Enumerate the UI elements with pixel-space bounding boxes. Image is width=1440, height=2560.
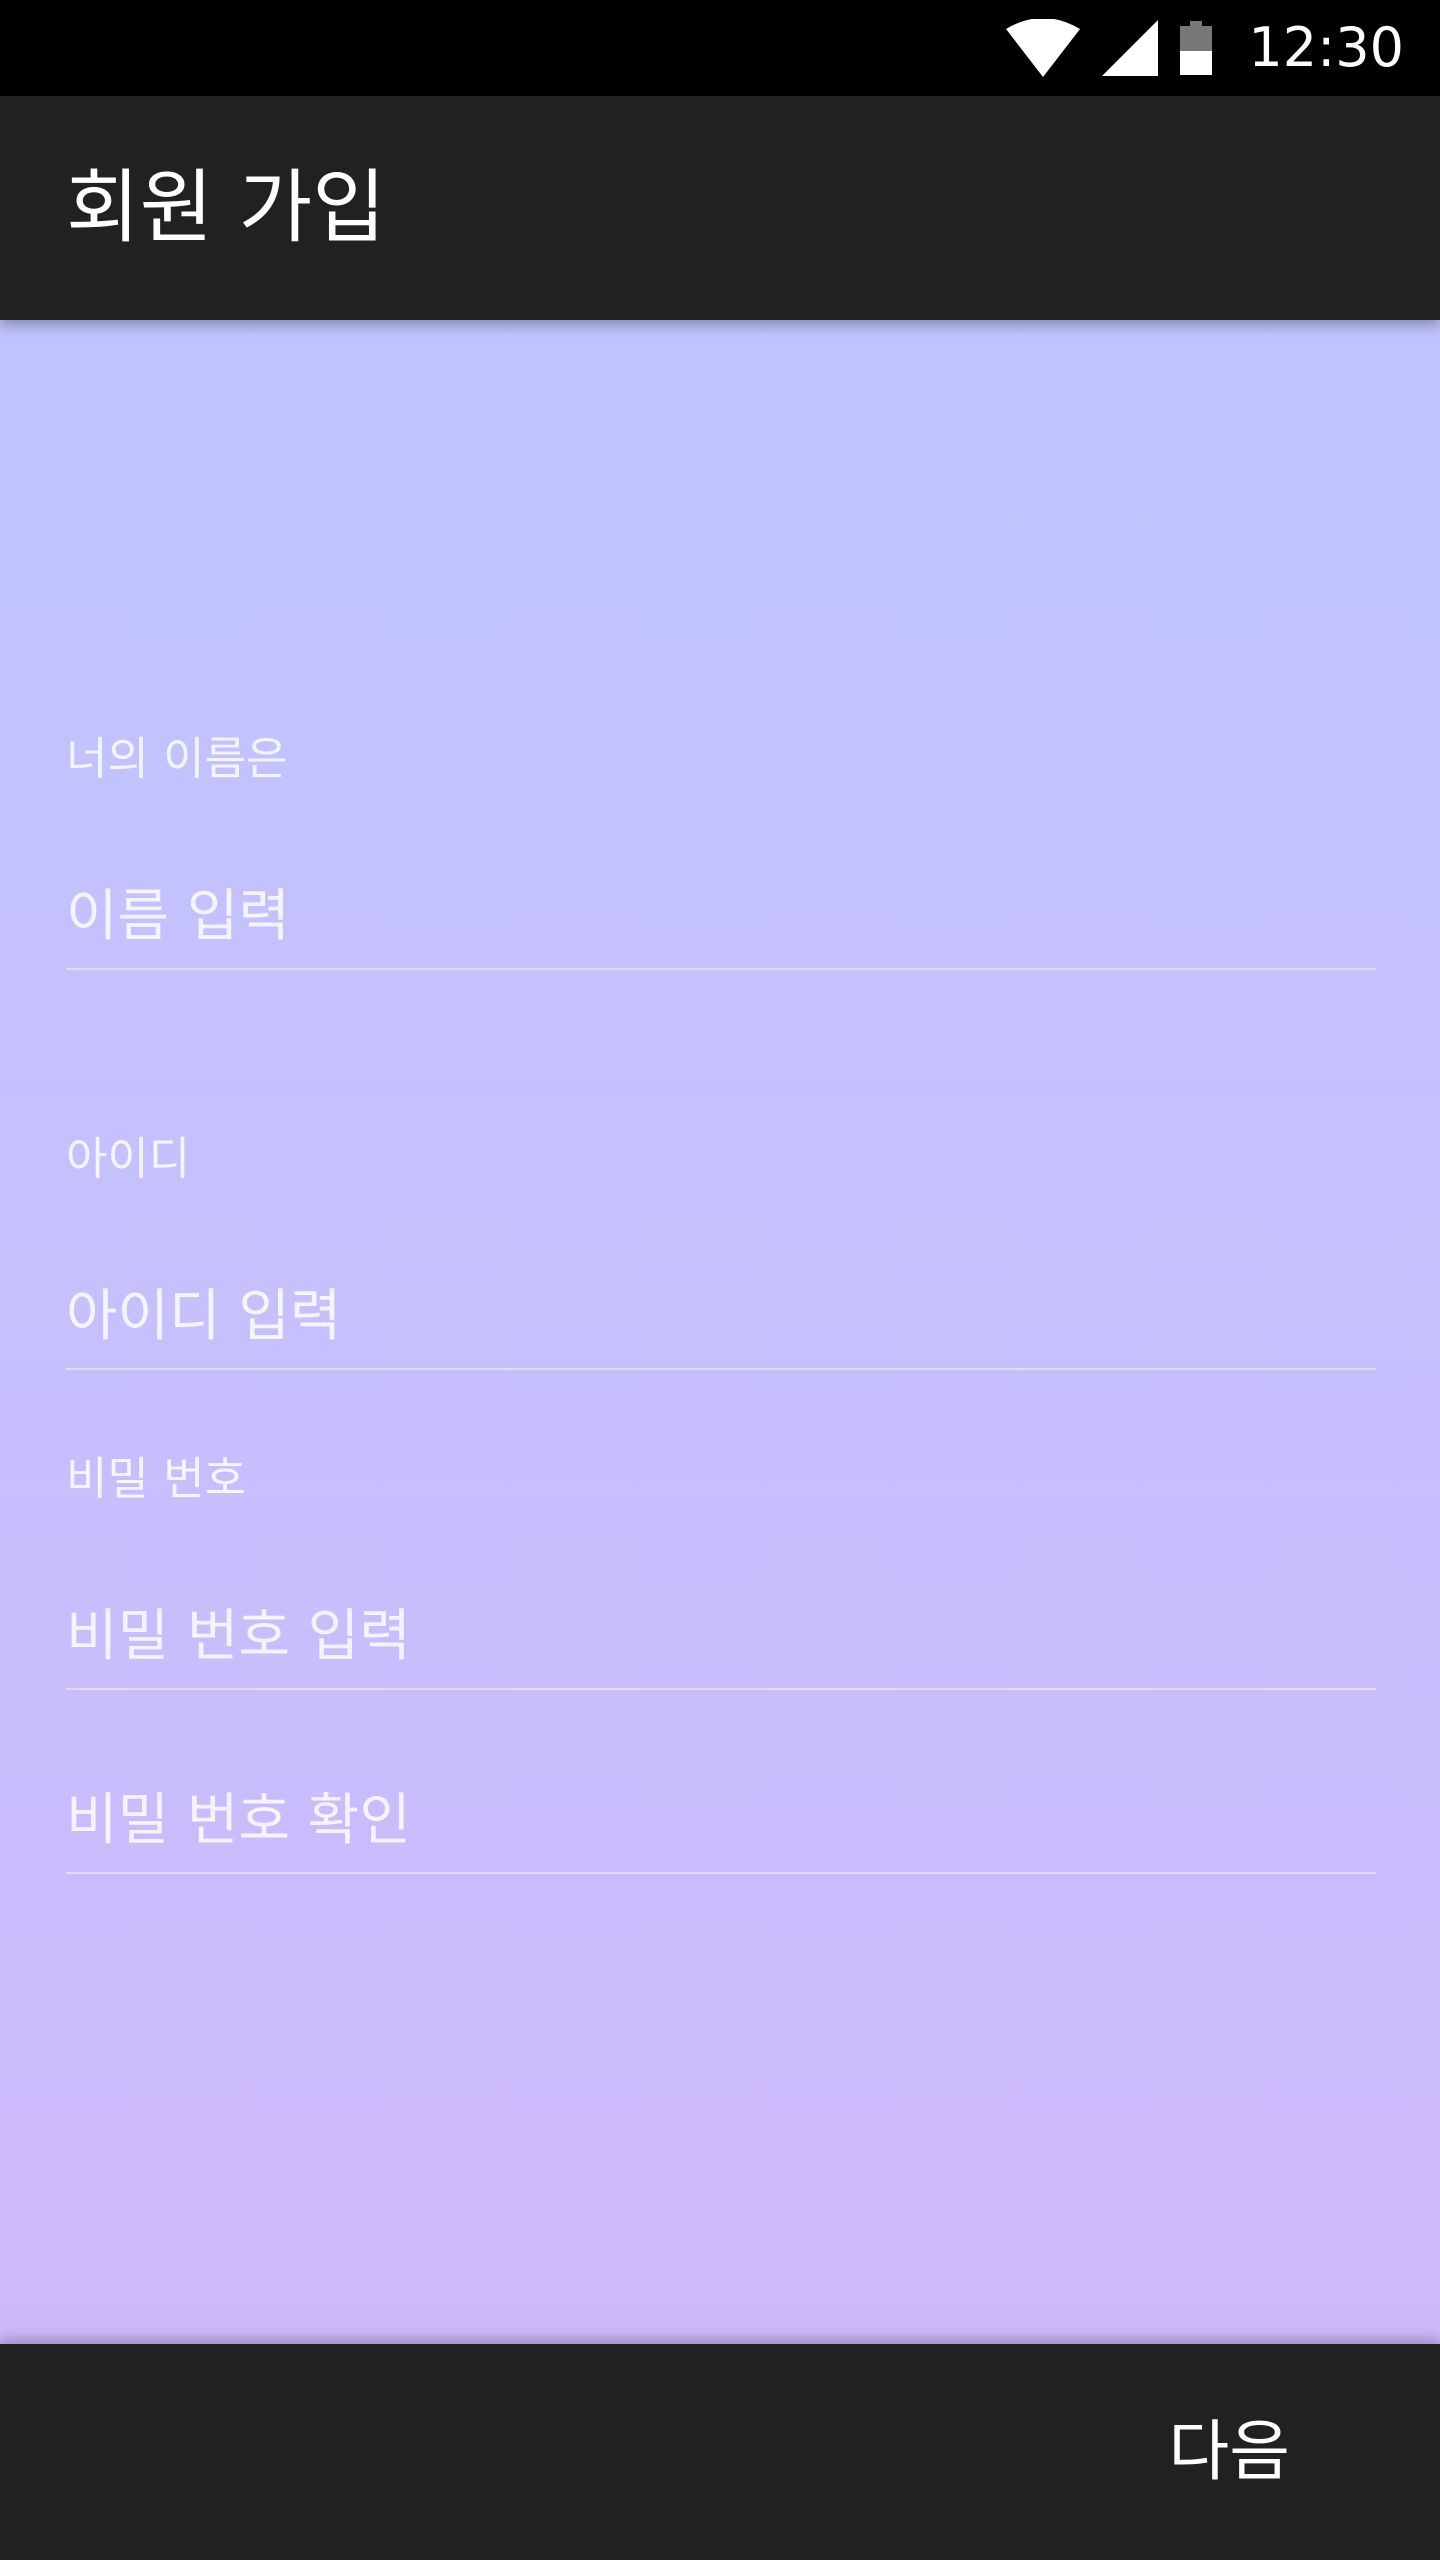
signup-form: 너의 이름은 아이디 비밀 번호 [0, 320, 1440, 2344]
bottom-bar: 다음 [0, 2344, 1440, 2560]
status-time: 12:30 [1248, 16, 1404, 79]
next-button[interactable]: 다음 [1169, 2344, 1290, 2560]
status-bar: 12:30 [0, 0, 1440, 96]
password-confirm-input[interactable] [66, 1768, 1376, 1874]
user-id-label: 아이디 [66, 1132, 191, 1185]
cellular-signal-icon [1102, 20, 1159, 76]
name-input[interactable] [66, 864, 1376, 970]
page-title: 회원 가입 [66, 161, 386, 254]
user-id-input[interactable] [66, 1264, 1376, 1370]
name-label: 너의 이름은 [66, 732, 288, 785]
battery-icon [1180, 21, 1213, 75]
app-bar: 회원 가입 [0, 96, 1440, 320]
wifi-icon [1006, 19, 1081, 77]
password-input[interactable] [66, 1584, 1376, 1690]
status-icons: 12:30 [1006, 0, 1404, 96]
password-label: 비밀 번호 [66, 1452, 246, 1505]
